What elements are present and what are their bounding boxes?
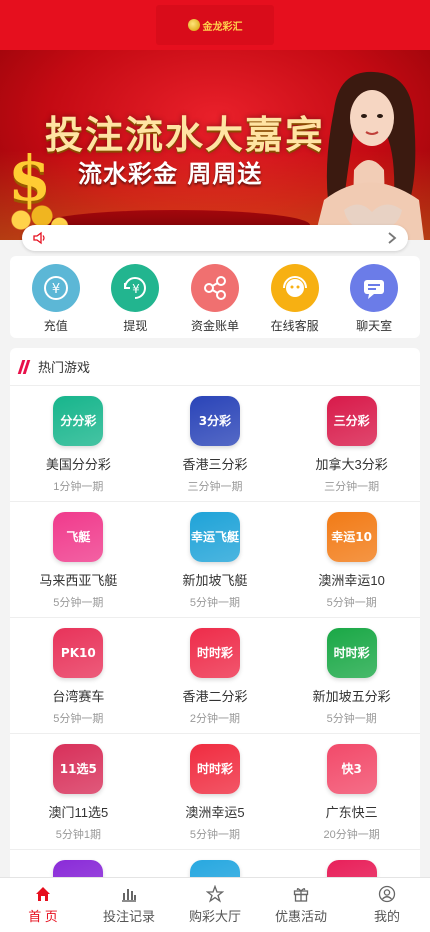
recharge-icon: ¥ <box>31 264 80 312</box>
game-logo-icon: 时时彩 <box>189 628 240 678</box>
game-item[interactable]: 时时彩澳洲幸运5 5分钟一期 <box>146 734 284 850</box>
game-name: 澳洲幸运10 <box>318 573 385 588</box>
gift-icon <box>293 888 309 902</box>
chevron-right-icon[interactable] <box>386 231 398 245</box>
app-logo[interactable]: 金龙彩汇 <box>156 5 274 45</box>
game-item[interactable]: 3分彩香港三分彩三分钟一期 <box>146 386 284 502</box>
game-logo-icon: 幸运飞艇 <box>189 512 240 562</box>
game-logo-icon: 时时彩 <box>189 744 240 794</box>
game-name: 美国分分彩 <box>45 457 111 472</box>
hot-games-section: 热门游戏 分分彩 美国分分彩 1分钟一期 3分彩 香港三分彩 三分钟一期 三分彩 加拿大3分彩… <box>10 348 420 888</box>
game-period: 5分钟一期 <box>53 713 104 725</box>
quick-action-withdraw[interactable]: ¥ 提现 <box>96 264 176 338</box>
game-item[interactable]: 飞艇马来西亚飞艇 5分钟一期 <box>10 502 147 618</box>
game-period: 三分钟一期 <box>187 481 243 493</box>
games-grid: 分分彩 美国分分彩 1分钟一期 3分彩 香港三分彩 三分钟一期 三分彩 加拿大3分彩 三分钟一期… <box>10 386 420 888</box>
game-logo-icon: 飞艇 <box>53 512 104 562</box>
game-logo-icon: 分分彩 <box>53 396 104 446</box>
svg-text:¥: ¥ <box>52 282 60 297</box>
star-icon <box>206 885 224 903</box>
game-name: 香港二分彩 <box>182 689 248 704</box>
quick-action-chat[interactable]: 聊天室 <box>334 264 414 338</box>
user-icon <box>378 885 396 903</box>
service-icon <box>270 264 319 312</box>
game-item[interactable]: 11选5 澳门11选5 5分钟1期 <box>10 734 147 850</box>
game-period: 20分钟一期 <box>323 829 380 841</box>
notice-bar[interactable] <box>22 225 408 251</box>
game-item[interactable]: 幸运10 澳洲幸运10 5分钟一期 <box>283 502 420 618</box>
game-item[interactable]: 分分彩美国分分彩 1分钟一期 <box>10 386 147 502</box>
bar-chart-icon <box>122 889 136 902</box>
quick-action-service[interactable]: 在线客服 <box>255 264 335 338</box>
tab-promotions[interactable]: 优惠活动 <box>258 878 344 932</box>
game-logo-icon: PK10 <box>53 628 104 678</box>
game-logo-icon: 11选5 <box>53 744 104 794</box>
game-name: 澳洲幸运5 <box>185 805 245 820</box>
banner-title: 投注流水大嘉宾 <box>45 113 326 157</box>
section-title: 热门游戏 <box>38 360 91 375</box>
game-item[interactable]: 三分彩加拿大3分彩 三分钟一期 <box>283 386 420 502</box>
game-item[interactable]: 快3 广东快三 20分钟一期 <box>283 734 420 850</box>
game-period: 5分钟1期 <box>55 829 101 841</box>
game-item[interactable]: PK10 台湾赛车 5分钟一期 <box>10 618 147 734</box>
game-period: 5分钟一期 <box>189 829 241 841</box>
chat-icon <box>350 264 399 312</box>
quick-action-bill[interactable]: 资金账单 <box>175 264 255 338</box>
tab-mine[interactable]: 我的 <box>344 878 430 932</box>
quick-actions: ¥ 充值 ¥ 提现 资金账单 在线客服 聊天室 <box>10 256 420 338</box>
tab-label: 优惠活动 <box>274 909 327 924</box>
game-logo-icon: 快3 <box>326 744 377 794</box>
game-name: 新加坡五分彩 <box>312 689 391 704</box>
section-header: 热门游戏 <box>10 348 420 386</box>
svg-text:¥: ¥ <box>133 282 141 296</box>
game-item[interactable]: 时时彩新加坡五分彩 5分钟一期 <box>283 618 420 734</box>
tab-home[interactable]: 首 页 <box>0 878 86 932</box>
tab-label: 首 页 <box>28 909 58 924</box>
quick-action-recharge[interactable]: ¥ 充值 <box>16 264 96 338</box>
tab-label: 投注记录 <box>102 909 155 924</box>
tab-label: 我的 <box>373 909 400 924</box>
model-illustration <box>314 71 424 240</box>
logo-emblem-icon <box>187 19 200 31</box>
logo-text: 金龙彩汇 <box>202 21 243 33</box>
quick-action-label: 充值 <box>43 319 68 333</box>
game-period: 5分钟一期 <box>53 597 104 609</box>
game-name: 澳门11选5 <box>48 805 109 820</box>
quick-action-label: 在线客服 <box>270 319 319 333</box>
game-item[interactable]: 时时彩香港二分彩 2分钟一期 <box>146 618 284 734</box>
game-logo-icon: 幸运10 <box>326 512 377 562</box>
game-period: 5分钟一期 <box>326 713 377 725</box>
bottom-tabbar: 首 页 投注记录 购彩大厅 优惠活动 我的 <box>0 877 430 932</box>
game-logo-icon: 时时彩 <box>326 628 377 678</box>
game-period: 2分钟一期 <box>189 713 241 725</box>
game-name: 新加坡飞艇 <box>182 573 248 588</box>
game-name: 香港三分彩 <box>182 457 248 472</box>
tab-bet-records[interactable]: 投注记录 <box>86 878 172 932</box>
section-mark-icon <box>17 359 31 374</box>
game-name: 广东快三 <box>325 805 378 820</box>
game-name: 台湾赛车 <box>52 689 105 704</box>
game-period: 1分钟一期 <box>53 481 104 493</box>
app-header: 金龙彩汇 <box>0 0 430 50</box>
game-period: 5分钟一期 <box>326 597 377 609</box>
game-logo-icon: 3分彩 <box>189 396 240 446</box>
game-item[interactable]: 幸运飞艇新加坡飞艇 5分钟一期 <box>146 502 284 618</box>
promo-banner[interactable]: $ 投注流水大嘉宾 流水彩金 周周送 <box>0 50 430 240</box>
game-name: 马来西亚飞艇 <box>39 573 118 588</box>
game-logo-icon: 三分彩 <box>326 396 377 446</box>
game-period: 5分钟一期 <box>189 597 241 609</box>
speaker-icon <box>33 231 45 245</box>
bill-icon <box>190 264 239 312</box>
quick-action-label: 聊天室 <box>356 319 393 333</box>
quick-action-label: 资金账单 <box>190 319 239 333</box>
quick-action-label: 提现 <box>123 319 148 333</box>
tab-label: 购彩大厅 <box>188 909 241 924</box>
banner-subtitle: 流水彩金 周周送 <box>78 160 263 188</box>
tab-lottery-hall[interactable]: 购彩大厅 <box>172 878 258 932</box>
home-icon <box>36 887 50 901</box>
game-period: 三分钟一期 <box>324 481 380 493</box>
withdraw-icon: ¥ <box>111 264 160 312</box>
game-name: 加拿大3分彩 <box>315 457 388 472</box>
